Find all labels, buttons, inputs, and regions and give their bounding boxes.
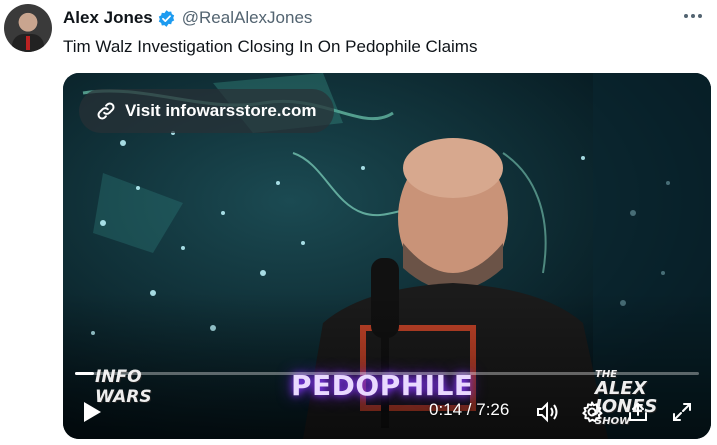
avatar-tie <box>26 36 30 50</box>
gear-icon[interactable] <box>577 397 607 427</box>
video-player[interactable]: Visit infowarsstore.com INFO WARS PEDOPH… <box>63 73 711 439</box>
promo-link[interactable]: Visit infowarsstore.com <box>79 89 335 133</box>
share-icon[interactable] <box>623 397 653 427</box>
volume-icon[interactable] <box>533 397 563 427</box>
verified-badge-icon <box>157 9 176 28</box>
avatar[interactable] <box>4 4 52 52</box>
author-name[interactable]: Alex Jones <box>63 8 153 28</box>
tweet: Alex Jones @RealAlexJones Tim Walz Inves… <box>0 0 717 445</box>
video-controls: 0:14 / 7:26 <box>63 391 711 431</box>
promo-link-text: Visit infowarsstore.com <box>125 101 317 120</box>
fullscreen-icon[interactable] <box>667 397 697 427</box>
tweet-header: Alex Jones @RealAlexJones <box>63 6 312 30</box>
play-icon[interactable] <box>77 397 107 427</box>
more-icon[interactable] <box>679 4 707 28</box>
link-icon <box>95 100 117 122</box>
author-handle[interactable]: @RealAlexJones <box>182 8 313 28</box>
time-display: 0:14 / 7:26 <box>429 400 510 419</box>
progress-bar[interactable] <box>75 372 699 375</box>
logo-left-line-1: INFO <box>95 367 142 387</box>
tweet-text: Tim Walz Investigation Closing In On Ped… <box>63 37 478 56</box>
progress-fill <box>75 372 95 375</box>
